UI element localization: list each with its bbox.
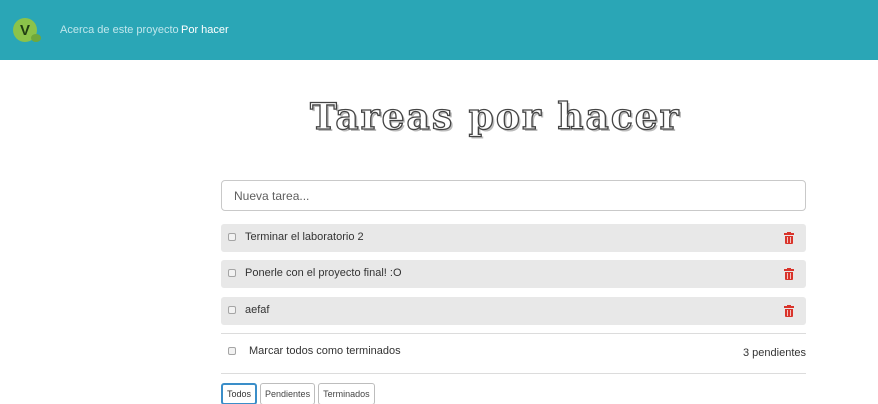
task-checkbox[interactable] bbox=[228, 233, 236, 241]
new-task-input[interactable] bbox=[221, 180, 806, 211]
filter-done-button[interactable]: Terminados bbox=[318, 383, 375, 404]
task-label: aefaf bbox=[245, 304, 270, 316]
trash-icon[interactable] bbox=[784, 232, 794, 244]
task-checkbox[interactable] bbox=[228, 306, 236, 314]
task-item[interactable]: Ponerle con el proyecto final! :O bbox=[221, 260, 806, 288]
trash-icon[interactable] bbox=[784, 268, 794, 280]
nav-link-todo[interactable]: Por hacer bbox=[181, 24, 229, 36]
logo-tail bbox=[31, 34, 41, 42]
mark-all-checkbox[interactable] bbox=[228, 347, 236, 355]
page-title-wrap: Tareas por hacer bbox=[309, 95, 730, 148]
page-title: Tareas por hacer bbox=[309, 95, 681, 138]
task-checkbox[interactable] bbox=[228, 269, 236, 277]
filter-pending-button[interactable]: Pendientes bbox=[260, 383, 316, 404]
task-label: Ponerle con el proyecto final! :O bbox=[245, 267, 402, 279]
task-item[interactable]: aefaf bbox=[221, 297, 806, 325]
pending-count: 3 pendientes bbox=[743, 347, 806, 359]
divider bbox=[221, 333, 806, 334]
trash-icon[interactable] bbox=[784, 305, 794, 317]
divider bbox=[221, 373, 806, 374]
task-item[interactable]: Terminar el laboratorio 2 bbox=[221, 224, 806, 252]
task-label: Terminar el laboratorio 2 bbox=[245, 231, 364, 243]
mark-all-label[interactable]: Marcar todos como terminados bbox=[249, 345, 401, 357]
navbar: V Acerca de este proyecto Por hacer bbox=[0, 0, 878, 60]
filter-group: Todos Pendientes Terminados bbox=[221, 383, 375, 404]
nav-link-about[interactable]: Acerca de este proyecto bbox=[60, 24, 179, 36]
filter-all-button[interactable]: Todos bbox=[221, 383, 258, 404]
app-logo[interactable]: V bbox=[13, 18, 41, 44]
